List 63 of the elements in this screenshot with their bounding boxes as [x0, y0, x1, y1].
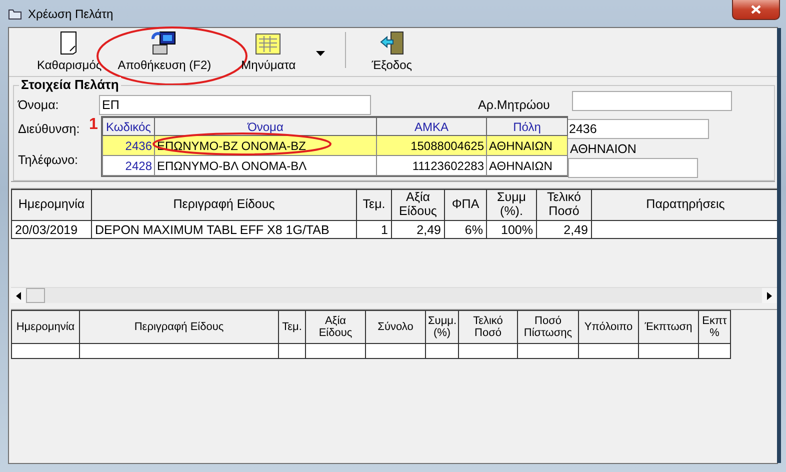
document-icon [255, 33, 282, 55]
scroll-right-icon[interactable] [767, 292, 772, 300]
column-header[interactable]: Πόλη [486, 118, 568, 136]
window-title: Χρέωση Πελάτη [28, 6, 114, 20]
window-icon [8, 8, 22, 20]
messages-button[interactable]: Μηνύματα [233, 30, 304, 76]
field-label: Τηλέφωνο: [18, 153, 78, 167]
column-header[interactable]: Ημερομηνία [12, 310, 80, 344]
column-header[interactable]: ΦΠΑ [444, 190, 486, 220]
list-cell[interactable]: ΑΘΗΝΑΙΩΝ [486, 156, 568, 176]
column-header[interactable]: Συμμ (%). [486, 190, 536, 220]
code-field[interactable]: 2436 [566, 119, 709, 139]
computer-icon [151, 31, 178, 55]
column-header[interactable]: Σύνολο [366, 310, 426, 344]
column-header[interactable]: Αξία Είδους [392, 190, 444, 220]
clear-button[interactable]: Καθαρισμός [29, 30, 110, 76]
column-header[interactable]: Παρατηρήσεις [592, 190, 780, 220]
table-cell: 100% [486, 220, 536, 238]
list-cell[interactable]: 2428 [102, 156, 154, 176]
dropdown-caret-icon[interactable] [316, 50, 325, 56]
column-header[interactable]: Όνομα [154, 118, 376, 136]
column-header[interactable]: Τεμ. [278, 310, 306, 344]
column-header[interactable]: Περιγραφή Είδους [92, 190, 356, 220]
column-header[interactable]: Ποσό Πίστωσης [518, 310, 578, 344]
exit-button[interactable]: Έξοδος [364, 30, 420, 76]
close-button[interactable] [732, 0, 780, 20]
city-field[interactable] [568, 158, 698, 178]
table-cell: 20/03/2019 [12, 220, 92, 238]
exit-door-icon [378, 31, 405, 55]
name-field[interactable]: ΕΠ [99, 95, 371, 115]
scroll-left-icon[interactable] [16, 292, 21, 300]
close-icon [751, 5, 761, 14]
field-label: Διεύθυνση: [18, 122, 80, 136]
list-cell[interactable]: 11123602283 [376, 156, 486, 176]
blank-page-icon [59, 31, 80, 55]
table-cell: DEPON MAXIMUM TABL EFF X8 1G/TAB [92, 220, 356, 238]
column-header[interactable]: ΑΜΚΑ [376, 118, 486, 136]
group-title: Στοιχεία Πελάτη [19, 77, 121, 92]
list-cell[interactable]: ΕΠΩΝΥΜΟ-ΒΛ ΟΝΟΜΑ-ΒΛ [154, 156, 376, 176]
column-header[interactable]: Υπόλοιπο [578, 310, 638, 344]
field-label: Όνομα: [18, 98, 59, 112]
column-header[interactable]: Έκπτωση [638, 310, 698, 344]
column-header[interactable]: Αξία Είδους [306, 310, 366, 344]
column-header[interactable]: Τελικό Ποσό [536, 190, 592, 220]
column-header[interactable]: Τεμ. [356, 190, 392, 220]
city-text: ΑΘΗΝΑΙΟΝ [570, 142, 636, 156]
column-header[interactable]: Συμμ. (%) [426, 310, 458, 344]
column-header[interactable]: Ημερομηνία [12, 190, 92, 220]
horizontal-scrollbar[interactable] [11, 287, 777, 303]
column-header[interactable]: Κωδικός [102, 118, 154, 136]
registry-field[interactable] [572, 91, 732, 111]
list-cell[interactable]: ΑΘΗΝΑΙΩΝ [486, 136, 568, 156]
list-cell[interactable]: 15088004625 [376, 136, 486, 156]
field-label: Αρ.Μητρώου [478, 98, 550, 112]
annotation-number: 1 [89, 116, 98, 134]
column-header[interactable]: Εκπτ % [698, 310, 730, 344]
table-cell: 2,49 [392, 220, 444, 238]
column-header[interactable]: Τελικό Ποσό [458, 310, 518, 344]
table-cell: 2,49 [536, 220, 592, 238]
table-cell: 6% [444, 220, 486, 238]
column-header[interactable]: Περιγραφή Είδους [80, 310, 278, 344]
list-cell[interactable]: 2436 [102, 136, 154, 156]
table-cell: 1 [356, 220, 392, 238]
